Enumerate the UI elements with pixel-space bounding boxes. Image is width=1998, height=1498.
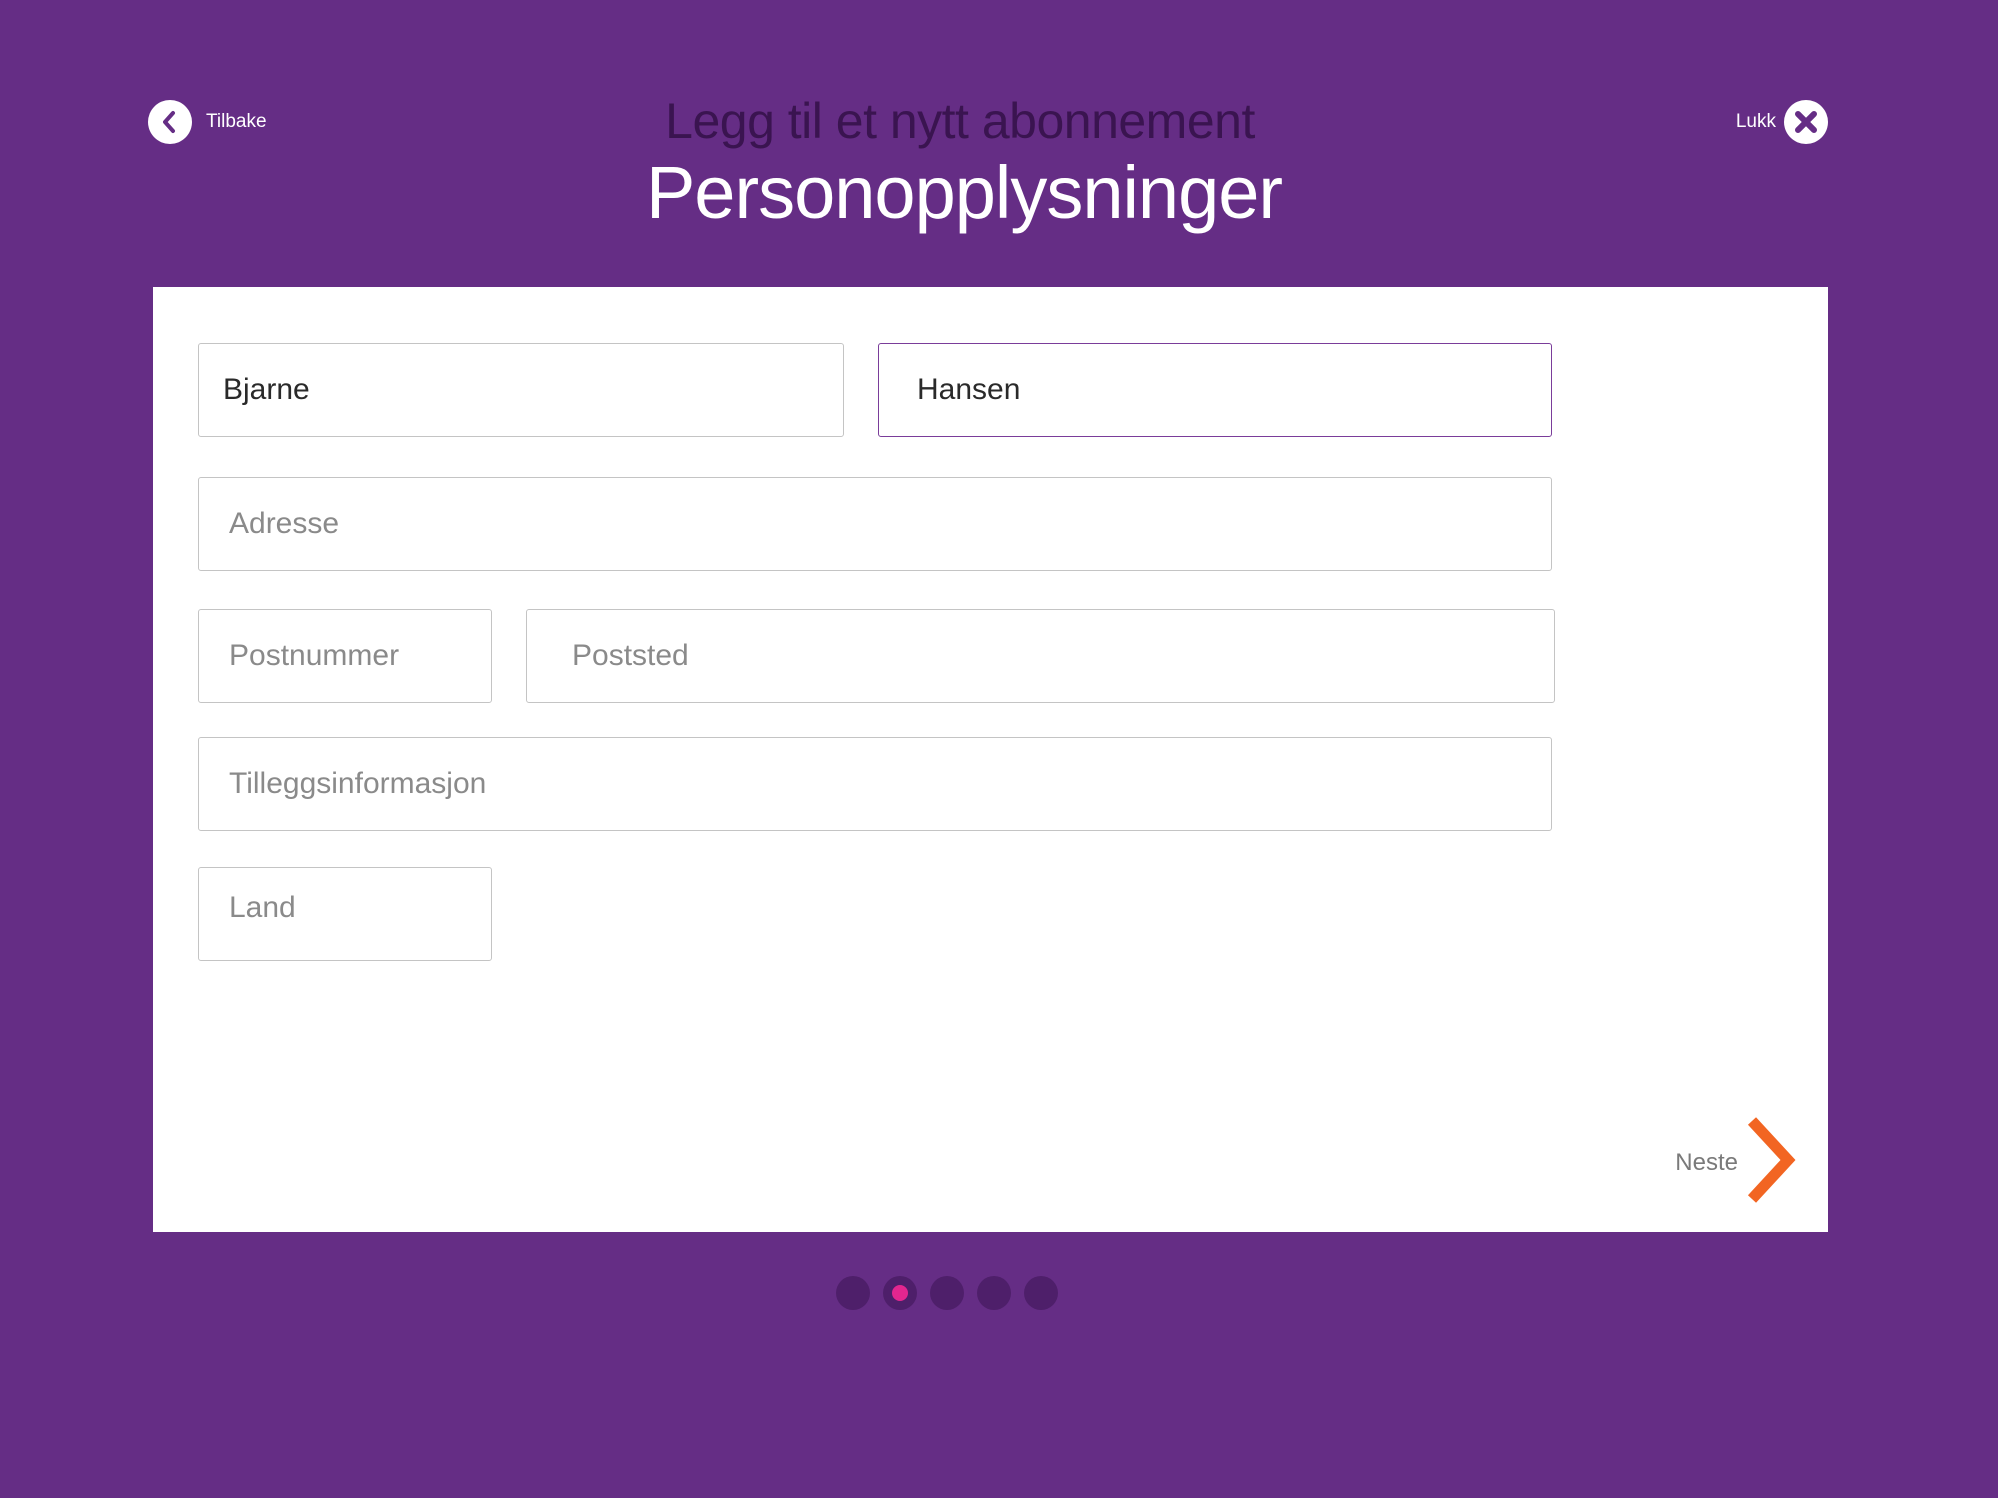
country-field[interactable] bbox=[198, 867, 492, 961]
page: Tilbake Legg til et nytt abonnement Pers… bbox=[0, 0, 1998, 1498]
step-dot-active[interactable] bbox=[883, 1276, 917, 1310]
step-indicator bbox=[836, 1276, 1058, 1310]
close-label: Lukk bbox=[1735, 111, 1776, 132]
step-dot[interactable] bbox=[1024, 1276, 1058, 1310]
page-title: Personopplysninger bbox=[645, 151, 1283, 234]
step-dot[interactable] bbox=[930, 1276, 964, 1310]
chevron-right-icon bbox=[1742, 1115, 1798, 1210]
step-dot[interactable] bbox=[836, 1276, 870, 1310]
step-dot[interactable] bbox=[977, 1276, 1011, 1310]
active-dot-marker bbox=[892, 1285, 908, 1301]
next-label: Neste bbox=[1675, 1148, 1738, 1176]
address-field[interactable] bbox=[198, 477, 1552, 571]
close-button[interactable]: Lukk bbox=[1736, 100, 1828, 144]
first-name-field[interactable] bbox=[198, 343, 844, 437]
form-card: Neste bbox=[153, 287, 1828, 1232]
postal-code-field[interactable] bbox=[198, 609, 492, 703]
page-supertitle: Legg til et nytt abonnement bbox=[665, 93, 1255, 149]
last-name-field[interactable] bbox=[878, 343, 1552, 437]
city-field[interactable] bbox=[526, 609, 1555, 703]
close-icon bbox=[1784, 100, 1828, 144]
next-button[interactable]: Neste bbox=[1675, 1115, 1798, 1210]
additional-info-field[interactable] bbox=[198, 737, 1552, 831]
